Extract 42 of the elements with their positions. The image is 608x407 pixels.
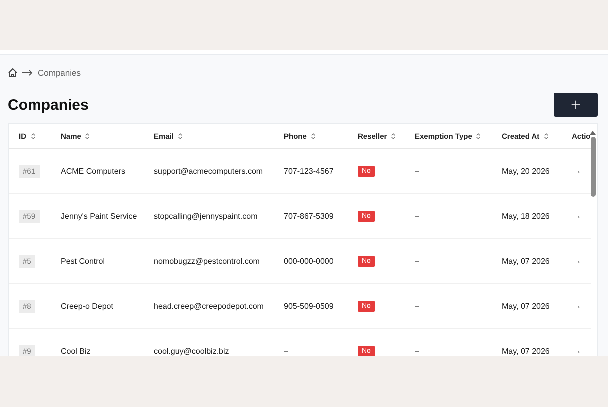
open-link[interactable]: → [572,210,582,222]
company-name: Creep-o Depot [61,302,114,310]
sort-icon[interactable] [310,132,316,140]
exemption-text: – [415,166,420,176]
sort-icon[interactable] [178,132,184,140]
phone-text: 905-509-0509 [284,302,334,310]
date-text: May, 07 2026 [502,256,550,266]
sort-icon[interactable] [391,132,396,140]
exemption-text: – [415,346,420,356]
company-name: ACME Computers [61,166,126,176]
date-text: May, 07 2026 [502,346,550,356]
sort-icon[interactable] [85,132,90,140]
arrow-icon [22,70,33,76]
company-name: Pest Control [61,256,106,266]
sort-icon[interactable] [30,132,36,140]
phone-text: 707-123-4567 [284,166,334,176]
exemption-text: – [415,212,420,220]
phone-text: – [284,346,288,356]
open-link[interactable]: → [572,256,582,266]
company-name: Cool Biz [61,346,91,356]
open-link[interactable]: → [572,300,582,312]
date-text: May, 20 2026 [502,166,550,176]
email-text: nomobugzz@pestcontrol.com [154,256,260,266]
sort-icon[interactable] [544,132,549,140]
email-text: stopcalling@jennyspaint.com [154,212,258,220]
phone-text: 000-000-0000 [284,256,334,266]
date-text: May, 18 2026 [502,212,550,220]
phone-text: 707-867-5309 [284,212,334,220]
sort-icon[interactable] [476,132,482,140]
email-text: cool.guy@coolbiz.biz [154,346,230,356]
open-link[interactable]: → [572,166,582,176]
email-text: head.creep@creepodepot.com [154,302,264,310]
open-link[interactable]: → [572,346,582,356]
breadcrumb-current: Companies [38,68,81,78]
home-icon[interactable] [8,68,18,78]
add-button[interactable]: + [554,93,598,117]
email-text: support@acmecomputers.com [154,166,264,176]
page-title: Companies [8,96,89,114]
company-name: Jenny's Paint Service [61,212,138,220]
date-text: May, 07 2026 [502,302,550,310]
exemption-text: – [415,302,420,310]
exemption-text: – [415,256,420,266]
